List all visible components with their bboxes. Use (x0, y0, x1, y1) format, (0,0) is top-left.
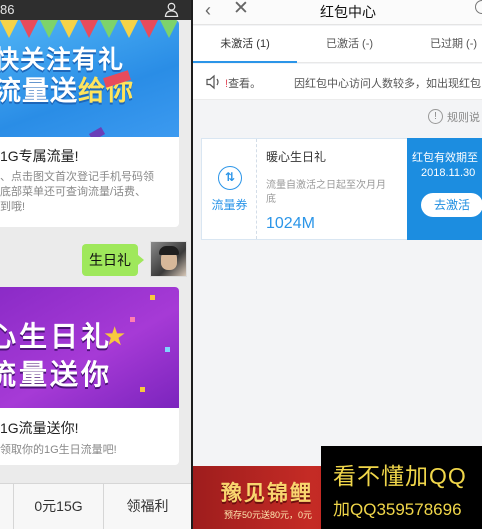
coupon-type-section: ⇅ 流量券 (202, 139, 257, 239)
article-card-birthday-gift[interactable]: 心生日礼 ★ 流量送你 1G流量送你! 领取你的1G生日流量吧! (0, 287, 179, 465)
ribbon-decoration (88, 127, 106, 137)
promo-headline: 豫见锦鲤 (221, 482, 313, 505)
chat-pane: 86 快关注有礼 流量送给你 1G专属流量! 、点击图文首次登记手机号码领 底部… (0, 0, 191, 529)
bunting-flag (0, 20, 18, 38)
activate-button[interactable]: 去激活 (421, 193, 482, 217)
bunting-flag (160, 20, 178, 38)
tab-expired[interactable]: 已过期 (-) (430, 26, 477, 63)
coupon-name: 暖心生日礼 (266, 150, 327, 164)
bunting-flag (20, 20, 38, 38)
menu-item-partial[interactable] (0, 484, 14, 529)
tab-not-activated[interactable]: 未激活 (1) (193, 26, 297, 63)
avatar-hair (159, 246, 179, 255)
star-icon: ★ (103, 321, 127, 351)
watermark-overlay: 看不懂加QQ 加QQ359578696 (321, 446, 482, 529)
follow-gift-banner: 快关注有礼 流量送给你 (0, 20, 179, 137)
banner-headline: 心生日礼 (0, 321, 113, 352)
notice-bar: !查看。 因红包中心访问人数较多，如出现红包 (193, 64, 482, 100)
data-transfer-icon: ⇅ (218, 166, 242, 190)
exclamation-circle-icon: ! (428, 109, 443, 124)
banner-subheadline: 流量送你 (0, 359, 113, 390)
status-tabs: 未激活 (1) 已激活 (-) 已过期 (-) (193, 26, 482, 63)
rules-label: 规则说 (447, 112, 480, 124)
bunting-flag (140, 20, 158, 38)
article-description: 、点击图文首次登记手机号码领 底部菜单还可查询流量/话费、 到哦! (0, 171, 154, 213)
menu-item-claim-benefits[interactable]: 领福利 (104, 484, 191, 529)
article-description: 领取你的1G生日流量吧! (0, 444, 117, 456)
promo-subline: 预存50元送80元，0元 (224, 510, 313, 520)
more-options-icon[interactable] (475, 0, 482, 14)
article-title: 1G流量送你! (0, 420, 79, 436)
bunting-flag (60, 20, 78, 38)
coupon-description: 流量自激活之日起至次月月 底 (266, 180, 386, 205)
menu-item-free-15g[interactable]: 0元15G (14, 484, 104, 529)
coupon-type-label: 流量券 (211, 198, 248, 212)
watermark-line2: 加QQ359578696 (333, 500, 462, 519)
page-title: 红包中心 (320, 4, 376, 20)
bunting-flag (120, 20, 138, 38)
bunting-flag (100, 20, 118, 38)
message-bubble[interactable]: 生日礼 (82, 244, 144, 276)
birthday-gift-banner: 心生日礼 ★ 流量送你 (0, 287, 179, 408)
expiry-date: 2018.11.30 (421, 167, 476, 179)
article-card-follow-gift[interactable]: 快关注有礼 流量送给你 1G专属流量! 、点击图文首次登记手机号码领 底部菜单还… (0, 20, 179, 227)
avatar[interactable] (150, 241, 187, 277)
coupon-action-section: 红包有效期至 2018.11.30 去激活 (407, 138, 482, 240)
confetti (165, 347, 170, 352)
notice-text: 因红包中心访问人数较多，如出现红包 (294, 78, 481, 90)
data-coupon-card[interactable]: ⇅ 流量券 暖心生日礼 流量自激活之日起至次月月 底 1024M 红包有效期至 … (201, 138, 482, 240)
chat-title-bar: 86 (0, 0, 191, 20)
expiry-label: 红包有效期至 (412, 152, 478, 164)
confetti (150, 295, 155, 300)
user-profile-icon[interactable] (164, 2, 179, 17)
confetti (130, 317, 135, 322)
chat-title-number: 86 (0, 2, 15, 17)
speaker-icon (206, 74, 219, 90)
account-bottom-menu: 0元15G 领福利 (0, 483, 191, 529)
notice-check-link[interactable]: !查看。 (225, 75, 261, 91)
coupon-amount: 1024M (266, 215, 315, 232)
article-title: 1G专属流量! (0, 148, 79, 164)
watermark-line1: 看不懂加QQ (333, 463, 467, 489)
confetti (140, 387, 145, 392)
bunting-flag (80, 20, 98, 38)
bunting-flag (40, 20, 58, 38)
nav-bar: ‹ ✕ 红包中心 (193, 0, 482, 25)
tab-activated[interactable]: 已激活 (-) (326, 26, 373, 63)
